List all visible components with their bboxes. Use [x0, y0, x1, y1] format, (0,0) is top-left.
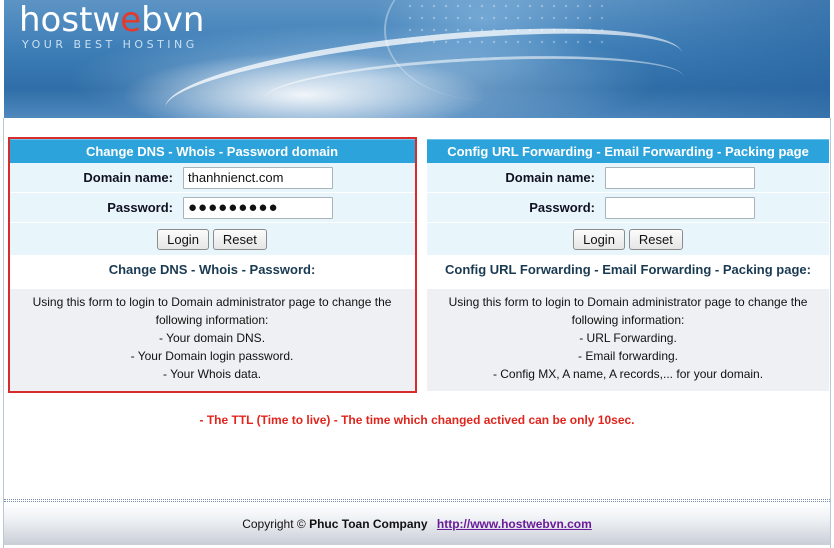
reset-button[interactable]: Reset [628, 228, 683, 250]
info-line: following information: [155, 313, 269, 327]
domain-row: Domain name: [427, 163, 829, 193]
info-line: - Email forwarding. [577, 349, 679, 363]
company-name: Phuc Toan Company [309, 517, 428, 531]
info-description: Using this form to login to Domain admin… [8, 289, 416, 391]
form-buttons: Login Reset [427, 223, 829, 255]
logo-text-accent: e [120, 0, 142, 40]
info-line: Using this form to login to Domain admin… [32, 295, 392, 309]
header-banner: hostwebvn YOUR BEST HOSTING [4, 0, 830, 118]
banner-fade [580, 0, 830, 118]
domain-name-input[interactable] [183, 166, 333, 189]
reset-button[interactable]: Reset [212, 228, 267, 250]
panel-title: Change DNS - Whois - Password domain [8, 139, 416, 163]
ttl-notice: - The TTL (Time to live) - The time whic… [199, 413, 635, 427]
password-input[interactable] [605, 196, 755, 219]
password-input[interactable] [183, 196, 333, 219]
login-button[interactable]: Login [157, 228, 209, 250]
info-line: following information: [571, 313, 685, 327]
info-line: - Your Whois data. [162, 367, 262, 381]
info-title: Change DNS - Whois - Password: [8, 255, 416, 289]
footer-divider [4, 499, 830, 502]
copyright-text: Copyright © [242, 517, 306, 531]
domain-row: Domain name: [8, 163, 416, 193]
logo-text-start: hostw [19, 0, 121, 40]
website-link[interactable]: http://www.hostwebvn.com [437, 517, 592, 531]
site-logo[interactable]: hostwebvn [19, 0, 204, 40]
password-row: Password: [427, 193, 829, 223]
info-line: - Your Domain login password. [130, 349, 294, 363]
domain-name-label: Domain name: [83, 170, 173, 185]
info-line: Using this form to login to Domain admin… [448, 295, 808, 309]
page-frame-left [3, 118, 4, 548]
form-buttons: Login Reset [8, 223, 416, 255]
password-row: Password: [8, 193, 416, 223]
info-title: Config URL Forwarding - Email Forwarding… [427, 255, 829, 289]
info-line: - Your domain DNS. [158, 331, 266, 345]
domain-name-label: Domain name: [505, 170, 595, 185]
domain-name-input[interactable] [605, 166, 755, 189]
dns-whois-password-panel: Change DNS - Whois - Password domain Dom… [8, 139, 416, 391]
info-line: - URL Forwarding. [579, 331, 677, 345]
panel-title: Config URL Forwarding - Email Forwarding… [427, 139, 829, 163]
page-footer: Copyright © Phuc Toan Company http://www… [4, 503, 830, 545]
logo-text-end: bvn [141, 0, 205, 40]
site-slogan: YOUR BEST HOSTING [22, 38, 198, 51]
password-label: Password: [107, 200, 173, 215]
password-label: Password: [529, 200, 595, 215]
forwarding-panel: Config URL Forwarding - Email Forwarding… [427, 139, 829, 391]
info-description: Using this form to login to Domain admin… [427, 289, 829, 391]
login-button[interactable]: Login [573, 228, 625, 250]
info-line: - Config MX, A name, A records,... for y… [492, 367, 764, 381]
page-frame-right [830, 118, 831, 548]
